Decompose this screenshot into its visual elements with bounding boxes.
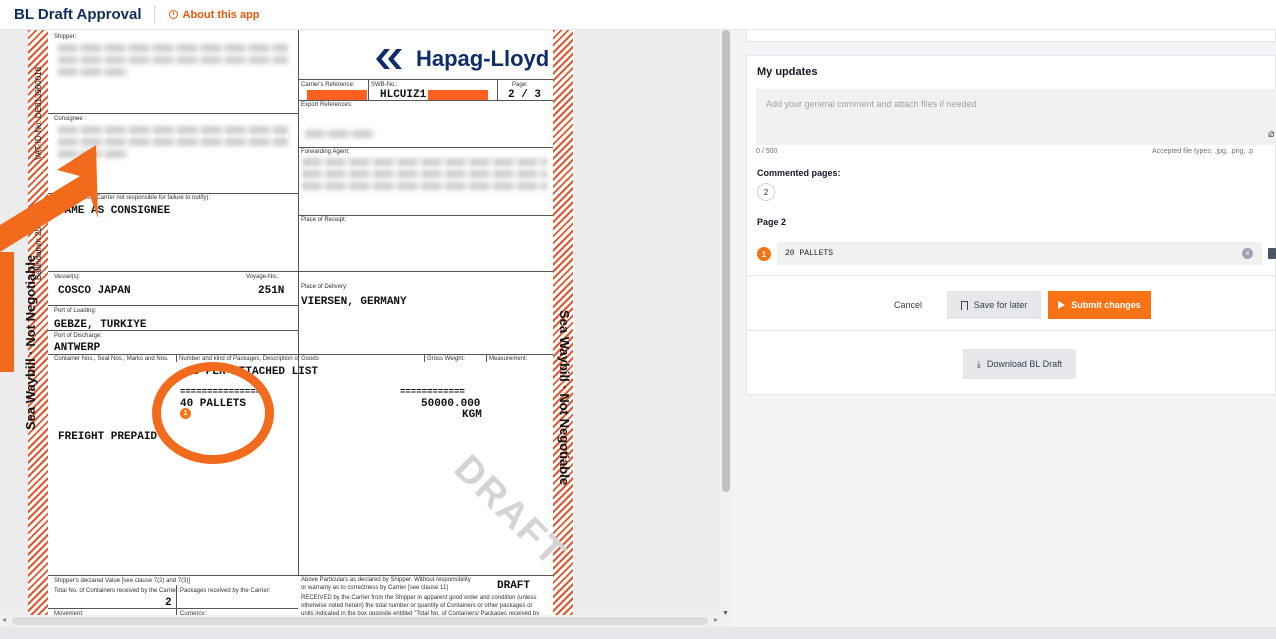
annotation-badge[interactable]: 1 [180, 408, 191, 419]
scroll-thumb[interactable] [12, 617, 708, 625]
update-text-input[interactable] [777, 242, 1262, 265]
label-packages-received: Packages received by the Carrier: [180, 588, 271, 594]
doc-line [48, 354, 553, 355]
accepted-file-types: Accepted file types: .jpg, .png, .p [1152, 148, 1254, 155]
freight-value: FREIGHT PREPAID [58, 431, 158, 443]
annotation-circle [152, 362, 274, 464]
divider [153, 5, 155, 24]
divider [746, 330, 1276, 331]
doc-line [298, 147, 553, 148]
label-warranty: or warranty as to correctness by Carrier… [301, 585, 448, 591]
label-number-kind: Number and kind of Packages, Description… [179, 356, 319, 362]
commented-pages-label: Commented pages: [757, 168, 841, 178]
bookmark-icon [960, 300, 968, 310]
logo-text: Hapag-Lloyd [416, 46, 550, 71]
label-export-refs: Export References: [301, 102, 353, 108]
cancel-button[interactable]: Cancel [878, 294, 938, 316]
swb-number: HLCUIZ1 [380, 89, 427, 101]
label-measurement: Measurement: [489, 356, 528, 362]
side-text-right: Sea Waybill · Not Negotiable [557, 310, 572, 486]
save-for-later-label: Save for later [973, 300, 1028, 310]
previous-card [746, 30, 1276, 42]
doc-line [298, 215, 553, 216]
label-voyage-no: Voyage-No.: [246, 274, 280, 280]
doc-line [48, 271, 553, 272]
redacted-carriers-ref [307, 90, 367, 100]
scroll-down-arrow-icon[interactable]: ▼ [722, 610, 729, 617]
my-updates-title: My updates [757, 66, 818, 78]
total-containers-value: 2 [165, 597, 172, 609]
label-gross-weight: Gross Weight: [427, 356, 465, 362]
arrow-to-consignee-icon [0, 145, 98, 252]
doc-line [368, 79, 369, 100]
label-swb-no: SWB-No.: [371, 82, 398, 88]
doc-line [48, 575, 553, 576]
label-forwarding-agent: Forwarding Agent: [301, 149, 350, 155]
dashes-2: ============ [400, 387, 465, 397]
label-place-of-receipt: Place of Receipt: [301, 217, 347, 223]
download-bl-draft-button[interactable]: ⤓ Download BL Draft [963, 349, 1076, 379]
page-heading: Page 2 [757, 217, 787, 227]
redacted-forwarding-agent [302, 158, 547, 166]
update-number-badge: 1 [757, 247, 771, 261]
redacted-swb-no [428, 90, 488, 100]
label-declared-value: Shipper's declared Value [see clause 7(2… [54, 578, 191, 584]
viewer-vertical-scrollbar[interactable]: ▼ [720, 30, 732, 627]
logo-mark-icon [376, 49, 408, 69]
annotation-arrows-left [0, 145, 98, 372]
bottom-bar [0, 627, 1276, 639]
label-carriers-ref: Carrier's Reference: [301, 82, 355, 88]
char-counter: 0 / 500 [756, 148, 778, 155]
label-received-1: RECEIVED by the Carrier from the Shipper… [301, 595, 537, 601]
doc-line [298, 79, 553, 80]
label-received-2: otherwise noted herein) the total number… [301, 603, 533, 609]
doc-line [497, 79, 498, 100]
doc-line [176, 354, 177, 362]
hapag-lloyd-logo: Hapag-Lloyd [376, 46, 549, 72]
download-label: Download BL Draft [986, 359, 1063, 369]
doc-line [298, 30, 299, 575]
page-value: 2 / 3 [508, 89, 542, 101]
scroll-thumb[interactable] [722, 30, 730, 492]
weight-unit: KGM [462, 409, 482, 421]
attach-file-icon[interactable]: ⌀ [1268, 127, 1275, 140]
app-title: BL Draft Approval [14, 6, 142, 23]
scroll-right-arrow-icon[interactable]: ▸ [714, 615, 718, 624]
download-icon: ⤓ [976, 358, 981, 369]
send-icon [1058, 301, 1066, 309]
place-of-delivery-value: VIERSEN, GERMANY [301, 296, 407, 308]
redacted-export-ref [305, 130, 375, 138]
label-place-of-delivery: Place of Delivery: [301, 284, 348, 290]
draft-label: DRAFT [497, 580, 531, 592]
info-icon [168, 10, 178, 19]
redacted-forwarding-agent [302, 170, 547, 178]
clear-input-icon[interactable]: × [1242, 248, 1253, 259]
doc-line [48, 608, 298, 609]
doc-line [486, 354, 487, 362]
commented-page-chip[interactable]: 2 [757, 183, 775, 201]
about-label: About this app [182, 8, 260, 21]
label-page: Page: [512, 82, 528, 88]
submit-changes-label: Submit changes [1071, 300, 1141, 310]
divider [746, 275, 1276, 276]
label-total-containers: Total No. of Containers received by the … [54, 588, 180, 594]
arrow-shaft-icon [0, 252, 14, 372]
scroll-left-arrow-icon[interactable]: ◂ [2, 615, 6, 624]
voyage-value: 251N [258, 285, 285, 297]
about-link[interactable]: About this app [168, 8, 260, 21]
viewer-horizontal-scrollbar[interactable]: ◂ ▸ [0, 615, 720, 627]
redacted-forwarding-agent [302, 182, 547, 190]
top-bar: BL Draft Approval About this app [0, 0, 1276, 30]
general-comment-input[interactable] [756, 89, 1276, 145]
save-for-later-button[interactable]: Save for later [947, 291, 1041, 319]
label-above-particulars: Above Particulars as declared by Shipper… [301, 577, 471, 583]
doc-line [424, 354, 425, 362]
submit-changes-button[interactable]: Submit changes [1048, 291, 1151, 319]
trash-icon[interactable] [1268, 248, 1276, 259]
